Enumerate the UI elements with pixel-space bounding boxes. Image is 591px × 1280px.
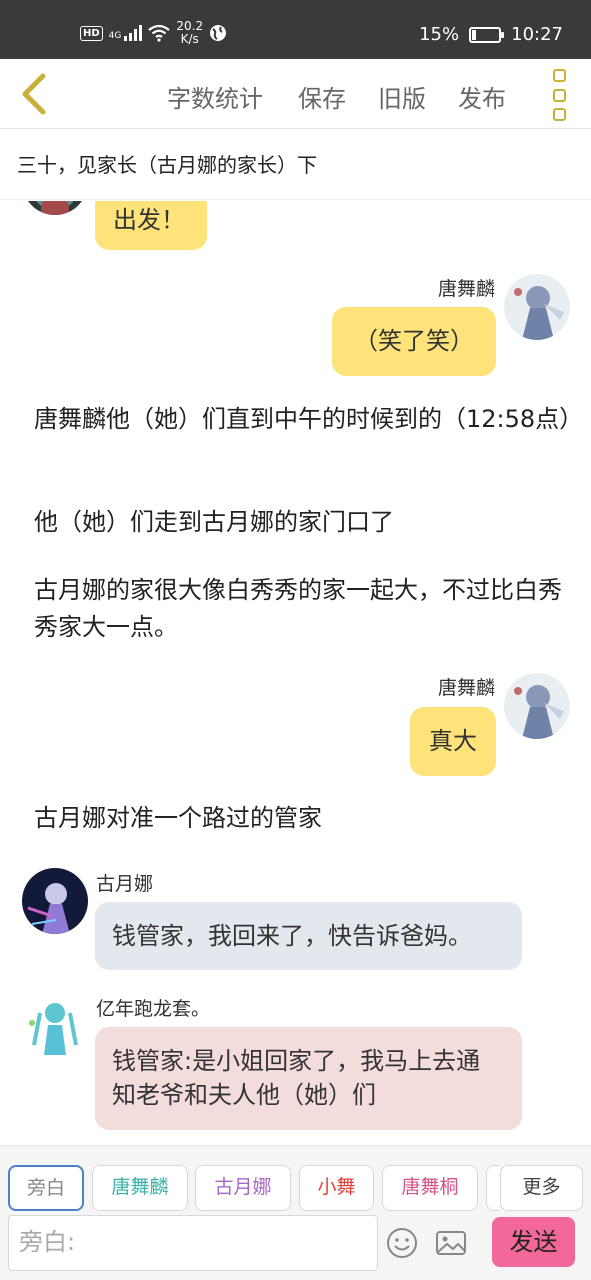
role-tab-label: 旁白 (26, 1177, 65, 1199)
image-icon[interactable] (434, 1226, 468, 1260)
avatar[interactable] (22, 993, 88, 1059)
role-tab-overflow[interactable] (486, 1165, 500, 1211)
chapter-title[interactable]: 三十，见家长（古月娜的家长）下 (0, 130, 591, 200)
input-placeholder: 旁白: (19, 1228, 76, 1256)
message-bubble[interactable]: （笑了笑） (332, 307, 496, 376)
message-text: （笑了笑） (354, 327, 474, 355)
status-bar-left: HD 4G 20.2 K/s (80, 20, 227, 46)
message-text: 真大 (429, 727, 477, 755)
sender-name: 亿年跑龙套。 (96, 998, 211, 1020)
battery-icon (469, 26, 505, 43)
avatar[interactable] (22, 868, 88, 934)
role-tab-narration[interactable]: 旁白 (8, 1165, 84, 1211)
status-bar: HD 4G 20.2 K/s 15% 10:27 (0, 0, 591, 59)
smiley-icon[interactable] (385, 1226, 419, 1260)
message-bubble[interactable]: 钱管家:是小姐回家了，我马上去通知老爷和夫人他（她）们 (95, 1027, 522, 1130)
role-tab-tang-wutong[interactable]: 唐舞桐 (382, 1165, 478, 1211)
network-speed: 20.2 K/s (176, 20, 203, 46)
role-tab-label: 唐舞桐 (401, 1176, 459, 1198)
role-tab-label: 唐舞麟 (111, 1176, 169, 1198)
narration-text[interactable]: 古月娜的家很大像白秀秀的家一起大，不过比白秀秀家大一点。 (34, 572, 574, 646)
send-button[interactable]: 发送 (492, 1217, 575, 1267)
avatar[interactable] (22, 201, 88, 215)
globe-icon (210, 25, 227, 41)
avatar[interactable] (504, 673, 570, 739)
chat-area[interactable]: 出发！ 唐舞麟 （笑了笑） 唐舞麟他（她）们直到中午的时候到的（12:58点） … (0, 201, 591, 1145)
role-tab-gu-yuena[interactable]: 古月娜 (195, 1165, 291, 1211)
chevron-left-icon (22, 73, 46, 115)
old-version-button[interactable]: 旧版 (378, 79, 426, 114)
composer: 旁白 唐舞麟 古月娜 小舞 唐舞桐 更多 旁白: 发送 (0, 1145, 591, 1280)
role-tab-label: 小舞 (317, 1176, 356, 1198)
message-text: 钱管家，我回来了，快告诉爸妈。 (112, 922, 472, 950)
sender-name: 唐舞麟 (437, 677, 495, 699)
save-button[interactable]: 保存 (298, 79, 346, 114)
message-text: 钱管家:是小姐回家了，我马上去通知老爷和夫人他（她）们 (112, 1047, 481, 1109)
role-tab-label: 古月娜 (214, 1176, 272, 1198)
message-bubble[interactable]: 出发！ (95, 201, 207, 250)
speed-unit: K/s (180, 32, 199, 46)
status-bar-right: 15% 10:27 (419, 24, 563, 45)
publish-button[interactable]: 发布 (458, 79, 506, 114)
sender-name: 古月娜 (96, 873, 154, 895)
message-input[interactable]: 旁白: (8, 1215, 378, 1271)
signal-icon: 4G (109, 25, 143, 41)
back-button[interactable] (12, 69, 56, 119)
clock: 10:27 (511, 24, 563, 45)
hd-badge: HD (80, 25, 103, 41)
role-tab-tang-wulin[interactable]: 唐舞麟 (92, 1165, 188, 1211)
narration-text[interactable]: 他（她）们走到古月娜的家门口了 (34, 504, 574, 541)
avatar[interactable] (504, 274, 570, 340)
narration-text[interactable]: 古月娜对准一个路过的管家 (34, 800, 574, 837)
message-bubble[interactable]: 钱管家，我回来了，快告诉爸妈。 (95, 902, 522, 970)
more-roles-button[interactable]: 更多 (500, 1165, 583, 1211)
editor-toolbar: 字数统计 保存 旧版 发布 (0, 59, 591, 129)
signal-bars-icon (124, 25, 143, 41)
word-count-button[interactable]: 字数统计 (167, 79, 263, 114)
network-type-label: 4G (108, 31, 122, 41)
more-vertical-icon[interactable] (545, 69, 573, 121)
battery-percent: 15% (419, 24, 460, 45)
message-text: 出发！ (113, 206, 185, 234)
battery-fill (472, 29, 477, 40)
role-tab-label: 更多 (522, 1176, 561, 1198)
wifi-icon (148, 24, 171, 42)
role-tab-xiao-wu[interactable]: 小舞 (299, 1165, 374, 1211)
narration-text[interactable]: 唐舞麟他（她）们直到中午的时候到的（12:58点） (34, 401, 583, 438)
message-bubble[interactable]: 真大 (410, 707, 496, 776)
sender-name: 唐舞麟 (437, 278, 495, 300)
